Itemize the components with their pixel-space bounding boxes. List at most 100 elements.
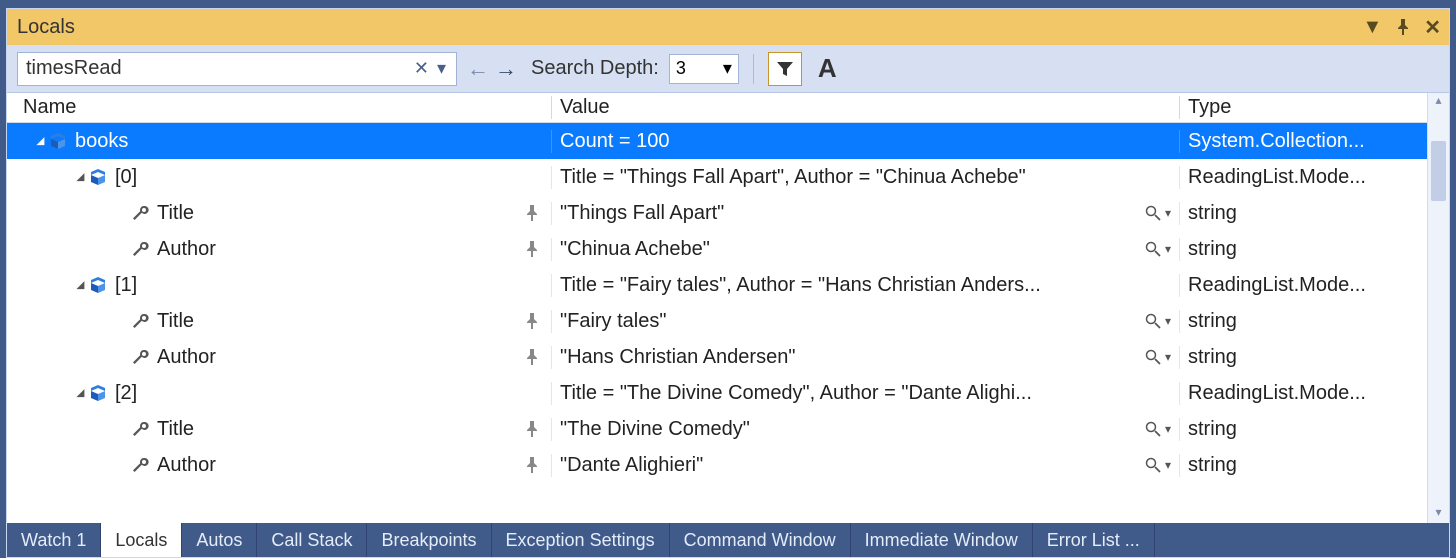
visualizer-dropdown-icon[interactable]: ▾	[1165, 350, 1171, 364]
pin-icon[interactable]	[1396, 19, 1410, 35]
variable-type: System.Collection...	[1180, 130, 1427, 153]
variable-row[interactable]: [2] Title = "The Divine Comedy", Author =…	[7, 375, 1427, 411]
visualizer-icon[interactable]	[1141, 457, 1165, 473]
search-input-container: ✕ ▾	[17, 52, 457, 86]
variable-row[interactable]: Author "Chinua Achebe" ▾ string	[7, 231, 1427, 267]
search-history-dropdown-icon[interactable]: ▾	[433, 58, 450, 79]
filter-button[interactable]	[768, 52, 802, 86]
wrench-icon	[131, 240, 149, 258]
locals-panel: Locals ▼ ✕ ✕ ▾ ← → Search Depth: 3	[6, 8, 1450, 558]
tab-error-list-[interactable]: Error List ...	[1033, 523, 1155, 557]
expander-icon[interactable]	[76, 173, 87, 182]
search-next-icon[interactable]: →	[495, 56, 517, 82]
pin-icon[interactable]	[525, 349, 545, 365]
visualizer-dropdown-icon[interactable]: ▾	[1165, 242, 1171, 256]
search-depth-select[interactable]: 3 ▾	[669, 54, 739, 84]
visualizer-dropdown-icon[interactable]: ▾	[1165, 458, 1171, 472]
visualizer-icon[interactable]	[1141, 349, 1165, 365]
tab-watch-1[interactable]: Watch 1	[7, 523, 101, 557]
variable-row[interactable]: Author "Dante Alighieri" ▾ string	[7, 447, 1427, 483]
variable-value: "Fairy tales"	[560, 310, 1141, 333]
scroll-down-icon[interactable]: ▾	[1428, 505, 1449, 523]
wrench-icon	[131, 420, 149, 438]
variable-name: Author	[157, 238, 216, 261]
variable-name: Title	[157, 418, 194, 441]
tab-call-stack[interactable]: Call Stack	[257, 523, 367, 557]
toolbar: ✕ ▾ ← → Search Depth: 3 ▾ A	[7, 45, 1449, 93]
expander-icon[interactable]	[36, 137, 47, 146]
search-depth-label: Search Depth:	[531, 57, 659, 80]
variable-name: [0]	[115, 166, 137, 189]
search-input[interactable]	[26, 57, 410, 80]
search-depth-value: 3	[676, 58, 723, 79]
visualizer-dropdown-icon[interactable]: ▾	[1165, 422, 1171, 436]
wrench-icon	[131, 456, 149, 474]
variable-row[interactable]: Title "Fairy tales" ▾ string	[7, 303, 1427, 339]
variable-name: [1]	[115, 274, 137, 297]
variable-value: "Things Fall Apart"	[560, 202, 1141, 225]
header-value[interactable]: Value	[552, 96, 1180, 119]
variable-row[interactable]: Title "Things Fall Apart" ▾ string	[7, 195, 1427, 231]
variable-name: [2]	[115, 382, 137, 405]
tab-exception-settings[interactable]: Exception Settings	[492, 523, 670, 557]
variable-row[interactable]: Title"The Divine Comedy"▾string	[7, 411, 1427, 447]
variable-type: string	[1180, 454, 1427, 477]
vertical-scrollbar[interactable]: ▴ ▾	[1427, 93, 1449, 523]
visualizer-icon[interactable]	[1141, 421, 1165, 437]
search-prev-icon[interactable]: ←	[467, 56, 489, 82]
variable-type: string	[1180, 202, 1427, 225]
pin-icon[interactable]	[525, 241, 545, 257]
tab-locals[interactable]: Locals	[101, 523, 182, 557]
variable-row[interactable]: [1]Title = "Fairy tales", Author = "Hans…	[7, 267, 1427, 303]
panel-title: Locals	[17, 16, 1362, 39]
variable-row[interactable]: [0]Title = "Things Fall Apart", Author =…	[7, 159, 1427, 195]
text-format-button[interactable]: A	[812, 53, 843, 84]
header-name[interactable]: Name	[7, 96, 552, 119]
variable-type: string	[1180, 310, 1427, 333]
expander-icon[interactable]	[76, 389, 87, 398]
visualizer-dropdown-icon[interactable]: ▾	[1165, 314, 1171, 328]
variable-name: Author	[157, 454, 216, 477]
scroll-thumb[interactable]	[1431, 141, 1446, 201]
variable-value: "The Divine Comedy"	[560, 418, 1141, 441]
object-cube-icon	[49, 132, 67, 150]
variable-type: string	[1180, 238, 1427, 261]
window-position-dropdown-icon[interactable]: ▼	[1362, 16, 1382, 39]
variable-type: ReadingList.Mode...	[1180, 382, 1427, 405]
visualizer-icon[interactable]	[1141, 205, 1165, 221]
variable-name: books	[75, 130, 128, 153]
variable-row[interactable]: Author"Hans Christian Andersen"▾string	[7, 339, 1427, 375]
visualizer-dropdown-icon[interactable]: ▾	[1165, 206, 1171, 220]
variable-type: string	[1180, 346, 1427, 369]
visualizer-icon[interactable]	[1141, 241, 1165, 257]
pin-icon[interactable]	[525, 421, 545, 437]
variable-row[interactable]: books Count = 100 System.Collection...	[7, 123, 1427, 159]
variable-value: Count = 100	[560, 130, 1171, 153]
variable-name: Title	[157, 310, 194, 333]
wrench-icon	[131, 312, 149, 330]
object-cube-icon	[89, 384, 107, 402]
close-icon[interactable]: ✕	[1424, 15, 1441, 40]
separator	[753, 54, 754, 84]
tab-breakpoints[interactable]: Breakpoints	[367, 523, 491, 557]
variable-type: ReadingList.Mode...	[1180, 166, 1427, 189]
tab-autos[interactable]: Autos	[182, 523, 257, 557]
visualizer-icon[interactable]	[1141, 313, 1165, 329]
wrench-icon	[131, 204, 149, 222]
tab-command-window[interactable]: Command Window	[670, 523, 851, 557]
variable-value: "Dante Alighieri"	[560, 454, 1141, 477]
expander-icon[interactable]	[76, 281, 87, 290]
variable-value: "Chinua Achebe"	[560, 238, 1141, 261]
bottom-tabstrip: Watch 1LocalsAutosCall StackBreakpointsE…	[7, 523, 1449, 557]
pin-icon[interactable]	[525, 205, 545, 221]
pin-icon[interactable]	[525, 457, 545, 473]
pin-icon[interactable]	[525, 313, 545, 329]
tab-immediate-window[interactable]: Immediate Window	[851, 523, 1033, 557]
clear-search-icon[interactable]: ✕	[410, 58, 433, 79]
scroll-up-icon[interactable]: ▴	[1428, 93, 1449, 111]
header-type[interactable]: Type	[1180, 96, 1427, 119]
chevron-down-icon: ▾	[723, 58, 732, 79]
variable-value: Title = "The Divine Comedy", Author = "D…	[560, 382, 1171, 405]
variable-name: Title	[157, 202, 194, 225]
column-headers: Name Value Type	[7, 93, 1427, 123]
